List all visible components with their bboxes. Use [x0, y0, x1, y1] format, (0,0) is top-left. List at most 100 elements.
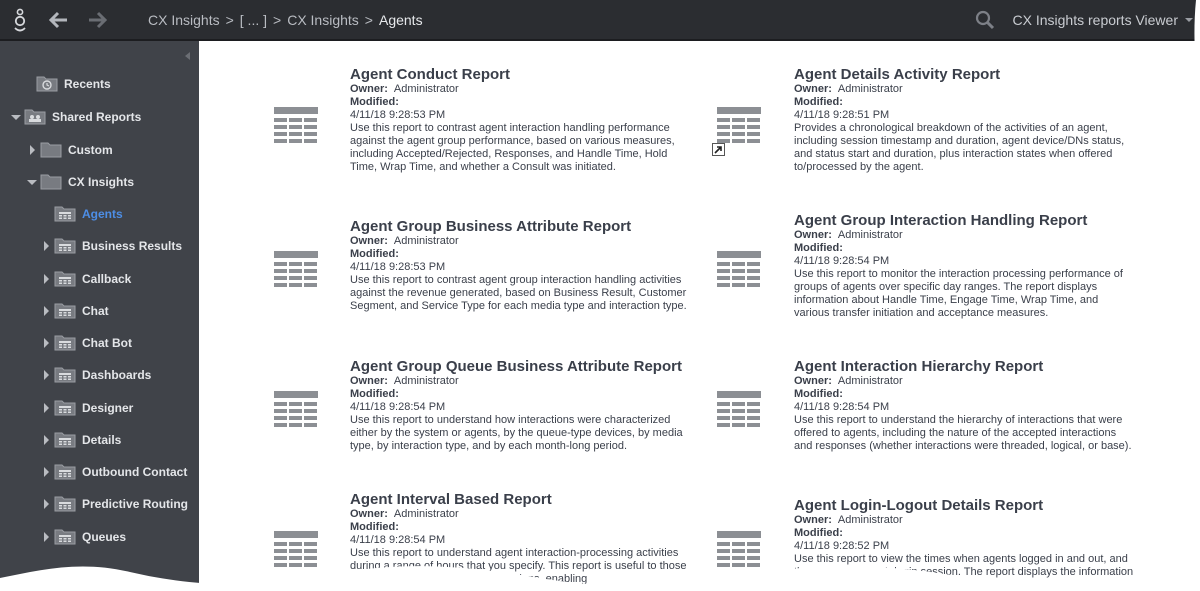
owner-label: Owner: — [794, 375, 832, 387]
report-description: Use this report to understand the hierar… — [794, 414, 1132, 452]
report-card[interactable]: Agent Group Queue Business Attribute Rep… — [350, 358, 770, 453]
caret-right-icon[interactable] — [40, 273, 52, 285]
sidebar-item[interactable]: Predictive Routing — [40, 492, 188, 516]
report-title[interactable]: Agent Conduct Report — [350, 66, 770, 83]
report-card[interactable]: Agent Interaction Hierarchy Report Owner:… — [794, 358, 1200, 453]
sidebar-item[interactable]: Chat Bot — [40, 331, 132, 355]
caret-right-icon[interactable] — [40, 402, 52, 414]
sidebar-item[interactable]: Details — [40, 428, 121, 452]
caret-down-icon[interactable] — [10, 111, 22, 123]
sidebar-item-label: Business Results — [82, 239, 183, 253]
report-description: Use this report to monitor the interacti… — [794, 268, 1123, 319]
owner-label: Owner: — [794, 514, 832, 526]
modified-label: Modified: — [350, 96, 399, 108]
sidebar-item[interactable]: Dashboards — [40, 363, 151, 387]
sidebar-item[interactable]: Callback — [40, 267, 131, 291]
breadcrumb: CX Insights > [ ... ] > CX Insights > Ag… — [148, 12, 429, 28]
sidebar-item[interactable]: Custom — [26, 138, 113, 162]
caret-right-icon[interactable] — [40, 531, 52, 543]
sidebar-item[interactable]: Business Results — [40, 234, 182, 258]
caret-right-icon[interactable] — [40, 466, 52, 478]
report-modified-value: 4/11/18 9:28:54 PM — [350, 401, 446, 413]
report-card[interactable]: Agent Group Interaction Handling Report O… — [794, 212, 1200, 320]
shortcut-arrow-icon — [712, 143, 726, 161]
report-description: Use this report to contrast agent group … — [350, 274, 687, 312]
sidebar-item[interactable]: Queues — [40, 525, 126, 549]
report-folder-icon — [54, 527, 76, 548]
breadcrumb-item[interactable]: CX Insights — [287, 12, 359, 28]
user-menu[interactable]: CX Insights reports Viewer — [1013, 12, 1178, 28]
sidebar-item[interactable]: Designer — [40, 396, 133, 420]
report-modified-value: 4/11/18 9:28:54 PM — [350, 534, 446, 546]
report-owner: Owner: Administrator — [350, 375, 770, 388]
caret-down-icon[interactable] — [26, 176, 38, 188]
sidebar-item-label: Callback — [82, 272, 132, 286]
modified-label: Modified: — [794, 96, 843, 108]
modified-label: Modified: — [794, 527, 843, 539]
report-card[interactable]: Agent Interval Based Report Owner: Adminis… — [350, 491, 770, 586]
report-card[interactable]: Agent Login-Logout Details Report Owner: A… — [794, 497, 1200, 591]
report-card[interactable]: Agent Details Activity Report Owner: Admin… — [794, 66, 1200, 174]
chevron-down-icon[interactable] — [1184, 11, 1194, 29]
report-title[interactable]: Agent Interval Based Report — [350, 491, 770, 508]
forward-arrow-icon[interactable] — [78, 11, 116, 29]
report-title[interactable]: Agent Group Queue Business Attribute Rep… — [350, 358, 770, 375]
owner-label: Owner: — [350, 375, 388, 387]
sidebar-item[interactable]: Agents — [40, 202, 123, 226]
report-title[interactable]: Agent Interaction Hierarchy Report — [794, 358, 1200, 375]
owner-value: Administrator — [393, 508, 459, 520]
modified-label: Modified: — [350, 521, 399, 533]
sidebar-item-label: Shared Reports — [52, 110, 142, 124]
report-folder-icon — [54, 333, 76, 354]
report-description: Use this report to understand how intera… — [350, 414, 683, 452]
report-modified-value: 4/11/18 9:28:51 PM — [794, 109, 890, 121]
caret-right-icon[interactable] — [26, 144, 38, 156]
caret-right-icon[interactable] — [40, 337, 52, 349]
report-modified-value: 4/11/18 9:28:54 PM — [794, 255, 890, 267]
report-modified-value: 4/11/18 9:28:53 PM — [350, 109, 446, 121]
report-owner: Owner: Administrator — [794, 229, 1200, 242]
sidebar-item[interactable]: CX Insights — [26, 170, 134, 194]
owner-value: Administrator — [393, 83, 459, 95]
report-folder-icon — [54, 236, 76, 257]
report-owner: Owner: Administrator — [350, 235, 770, 248]
breadcrumb-separator: > — [273, 11, 282, 28]
report-card[interactable]: Agent Conduct Report Owner: Administrator M… — [350, 66, 770, 174]
report-modified-label: Modified: — [350, 248, 770, 261]
sidebar-item[interactable]: Shared Reports — [10, 105, 141, 129]
caret-right-icon[interactable] — [40, 305, 52, 317]
owner-label: Owner: — [350, 508, 388, 520]
search-icon[interactable] — [965, 10, 1005, 30]
sidebar-item-label: Chat — [82, 304, 109, 318]
report-title[interactable]: Agent Details Activity Report — [794, 66, 1200, 83]
sidebar-item-label: Designer — [82, 401, 134, 415]
back-arrow-icon[interactable] — [40, 11, 78, 29]
breadcrumb-item[interactable]: CX Insights — [148, 12, 220, 28]
collapse-sidebar-icon[interactable] — [185, 47, 191, 65]
caret-right-icon[interactable] — [40, 498, 52, 510]
report-modified-value: 4/11/18 9:28:53 PM — [350, 261, 446, 273]
report-description: Provides a chronological breakdown of th… — [794, 122, 1125, 173]
report-description: Use this report to view the times when a… — [794, 553, 1134, 591]
report-list: Agent Conduct Report Owner: Administrator M… — [199, 41, 1200, 591]
sidebar-item[interactable]: Recents — [22, 72, 111, 96]
report-card[interactable]: Agent Group Business Attribute Report Own… — [350, 218, 770, 313]
report-title[interactable]: Agent Login-Logout Details Report — [794, 497, 1200, 514]
sidebar-item-label: CX Insights — [68, 175, 135, 189]
report-modified-label: Modified: — [794, 96, 1200, 109]
sidebar-item[interactable]: Outbound Contact — [40, 460, 187, 484]
sidebar-item[interactable]: Chat — [40, 299, 109, 323]
caret-right-icon[interactable] — [40, 240, 52, 252]
breadcrumb-item[interactable]: [ ... ] — [240, 12, 267, 28]
report-title[interactable]: Agent Group Business Attribute Report — [350, 218, 770, 235]
genesys-logo-icon[interactable] — [0, 7, 40, 33]
owner-label: Owner: — [794, 83, 832, 95]
caret-right-icon[interactable] — [40, 434, 52, 446]
report-title[interactable]: Agent Group Interaction Handling Report — [794, 212, 1200, 229]
caret-right-icon[interactable] — [40, 369, 52, 381]
report-modified-value: 4/11/18 9:28:54 PM — [794, 401, 890, 413]
owner-value: Administrator — [837, 229, 903, 241]
caret-spacer — [40, 208, 52, 220]
report-owner: Owner: Administrator — [350, 508, 770, 521]
report-owner: Owner: Administrator — [794, 375, 1200, 388]
